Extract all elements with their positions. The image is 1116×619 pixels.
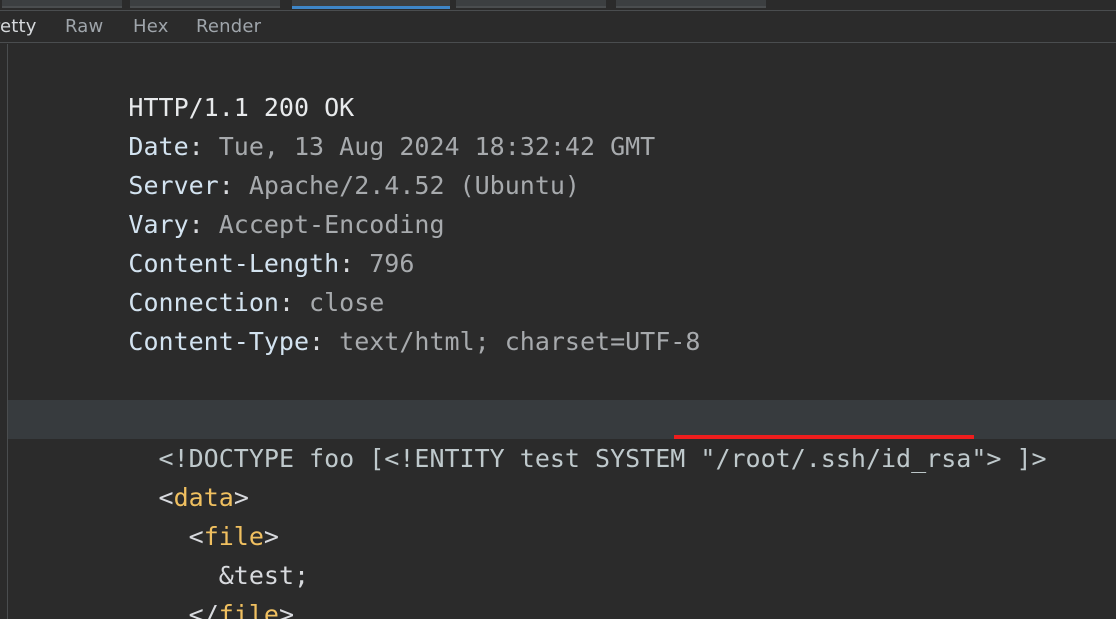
- tab-raw[interactable]: Raw: [65, 16, 103, 37]
- view-tab-bar-bottom-border: [0, 42, 1116, 43]
- burp-response-viewer: Pretty Raw Hex Render 1 2 3 4 5 6 7 8 9 …: [0, 0, 1116, 619]
- response-editor[interactable]: 1 2 3 4 5 6 7 8 9 10 11 12 13 14 15 HTTP…: [0, 44, 1116, 619]
- xml-declaration-line: <?xml version="1.0"?>: [8, 361, 1116, 434]
- top-tab-5[interactable]: [616, 0, 766, 8]
- top-tab-3-active[interactable]: [292, 0, 450, 9]
- view-mode-tab-bar: Pretty Raw Hex Render: [0, 11, 1116, 51]
- tab-render[interactable]: Render: [196, 16, 261, 37]
- header-row-date: Date: Tue, 13 Aug 2024 18:32:42 GMT: [8, 88, 1116, 161]
- response-content[interactable]: HTTP/1.1 200 OK Date: Tue, 13 Aug 2024 1…: [8, 44, 1116, 619]
- status-line: HTTP/1.1 200 OK: [8, 49, 1116, 122]
- xml-tag-file-close: </file>: [8, 556, 1116, 619]
- xml-tag-timestamp-open: <timestamp>: [8, 595, 1116, 619]
- header-row-content-type: Content-Type: text/html; charset=UTF-8: [8, 283, 1116, 356]
- top-tab-1[interactable]: [2, 0, 122, 8]
- header-row-content-length: Content-Length: 796: [8, 205, 1116, 278]
- tab-pretty[interactable]: Pretty: [0, 16, 37, 37]
- doctype-line[interactable]: <!DOCTYPE foo [<!ENTITY test SYSTEM "/ro…: [8, 400, 1116, 473]
- line-number-gutter: 1 2 3 4 5 6 7 8 9 10 11 12 13 14 15: [0, 44, 7, 619]
- top-tab-4[interactable]: [456, 0, 606, 8]
- header-row-connection: Connection: close: [8, 244, 1116, 317]
- header-row-vary: Vary: Accept-Encoding: [8, 166, 1116, 239]
- header-row-server: Server: Apache/2.4.52 (Ubuntu): [8, 127, 1116, 200]
- xml-tag-data-open: <data>: [8, 439, 1116, 512]
- top-tab-2[interactable]: [130, 0, 280, 8]
- header-body-separator: [8, 322, 1116, 361]
- top-tab-strip: [0, 0, 1116, 10]
- xml-entity-reference: &test;: [8, 517, 1116, 590]
- xml-tag-file-open: <file>: [8, 478, 1116, 551]
- tab-hex[interactable]: Hex: [133, 16, 169, 37]
